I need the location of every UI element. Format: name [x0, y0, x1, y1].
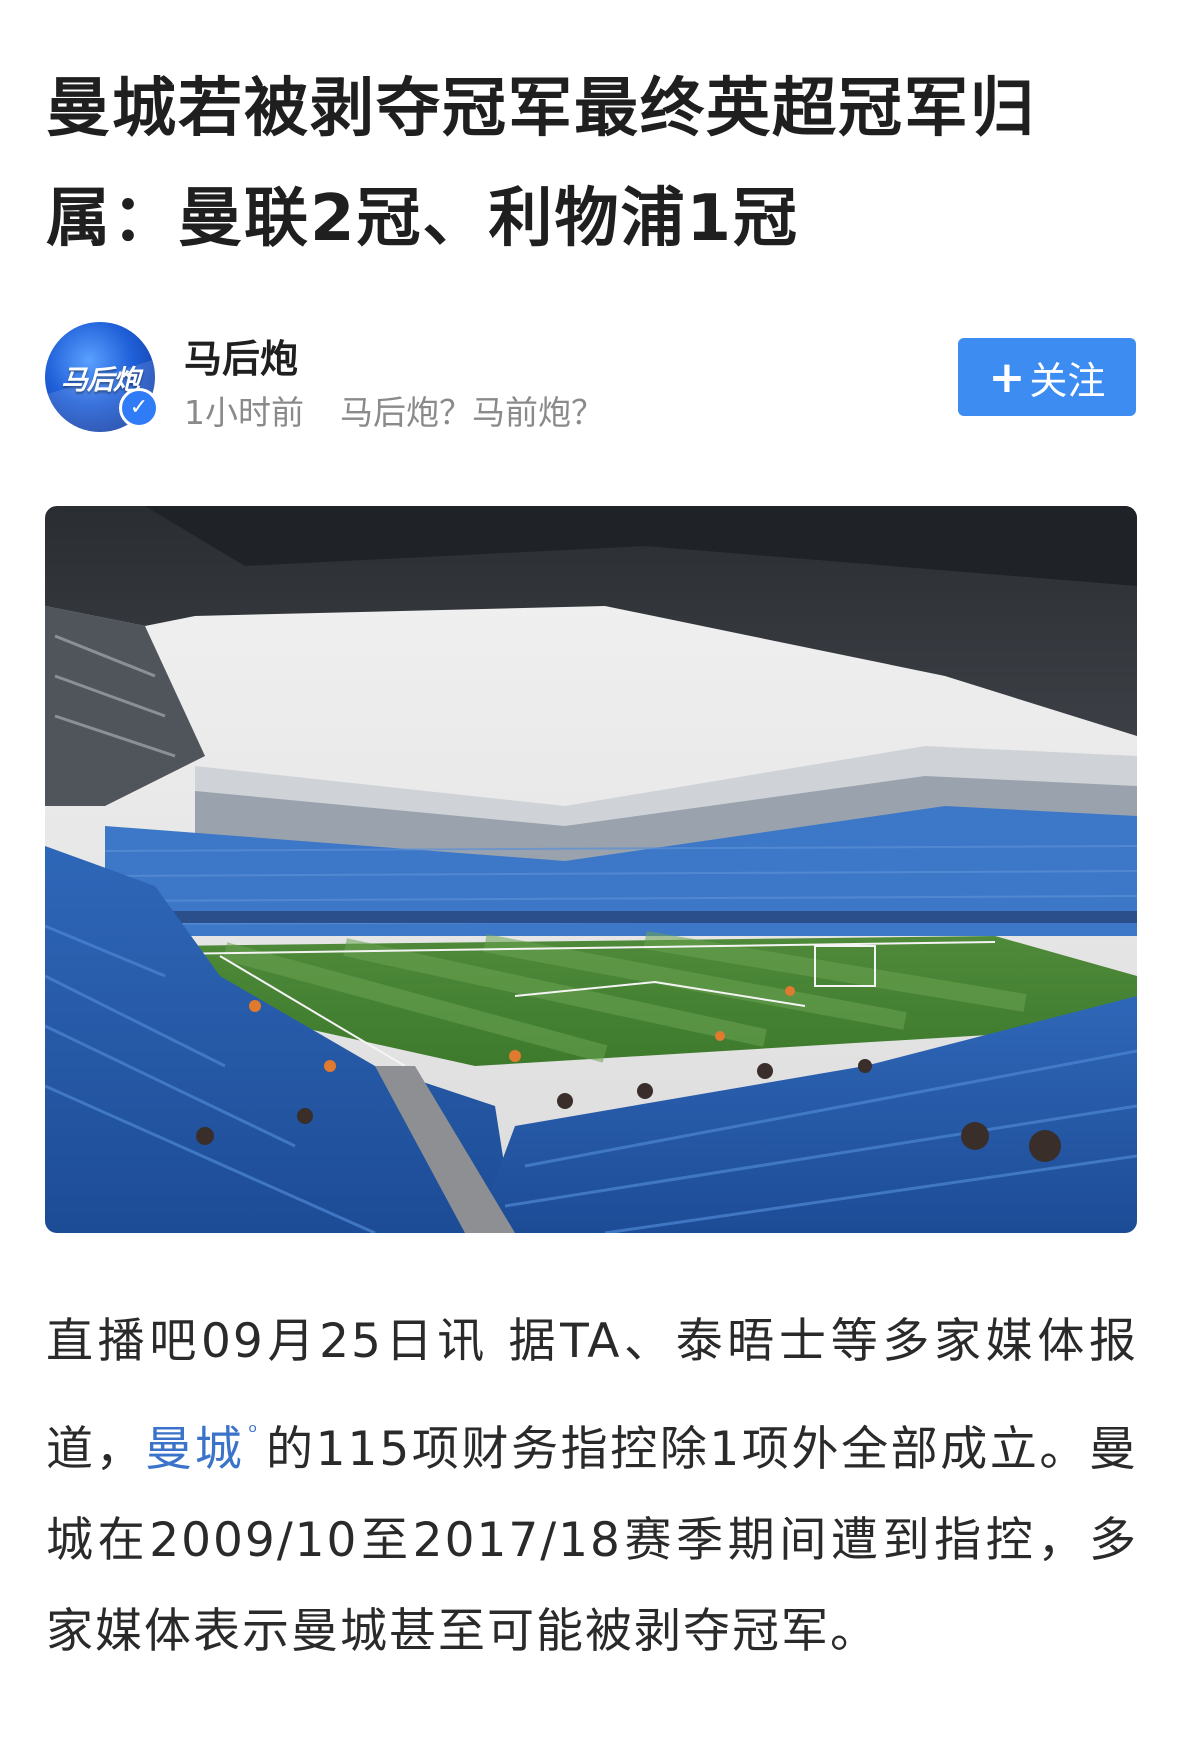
follow-label: 关注: [1029, 358, 1106, 403]
entity-link-mancity[interactable]: 曼城: [145, 1422, 244, 1477]
verified-check-icon: ✓: [119, 388, 159, 428]
stadium-photo: [45, 506, 1137, 1233]
follow-button[interactable]: + 关注: [958, 338, 1136, 416]
plus-icon: +: [988, 351, 1026, 403]
author-avatar[interactable]: 马后炮 ✓: [45, 322, 159, 432]
article-title: 曼城若被剥夺冠军最终英超冠军归属：曼联2冠、利物浦1冠: [46, 72, 1036, 256]
author-signature: 马后炮？马前炮？: [340, 393, 604, 432]
search-icon[interactable]: ᵒ: [248, 1420, 259, 1445]
article-page: 曼城若被剥夺冠军最终英超冠军归属：曼联2冠、利物浦1冠 马后炮 ✓ 马后炮 1小…: [0, 0, 1179, 1764]
publish-time: 1小时前: [184, 393, 304, 432]
article-image[interactable]: [45, 506, 1137, 1233]
author-meta: 1小时前 马后炮？马前炮？: [184, 386, 604, 434]
article-body: 直播吧09月25日讯 据TA、泰晤士等多家媒体报道，曼城 ᵒ 的115项财务指控除1…: [46, 1296, 1138, 1677]
author-name[interactable]: 马后炮: [184, 328, 298, 383]
